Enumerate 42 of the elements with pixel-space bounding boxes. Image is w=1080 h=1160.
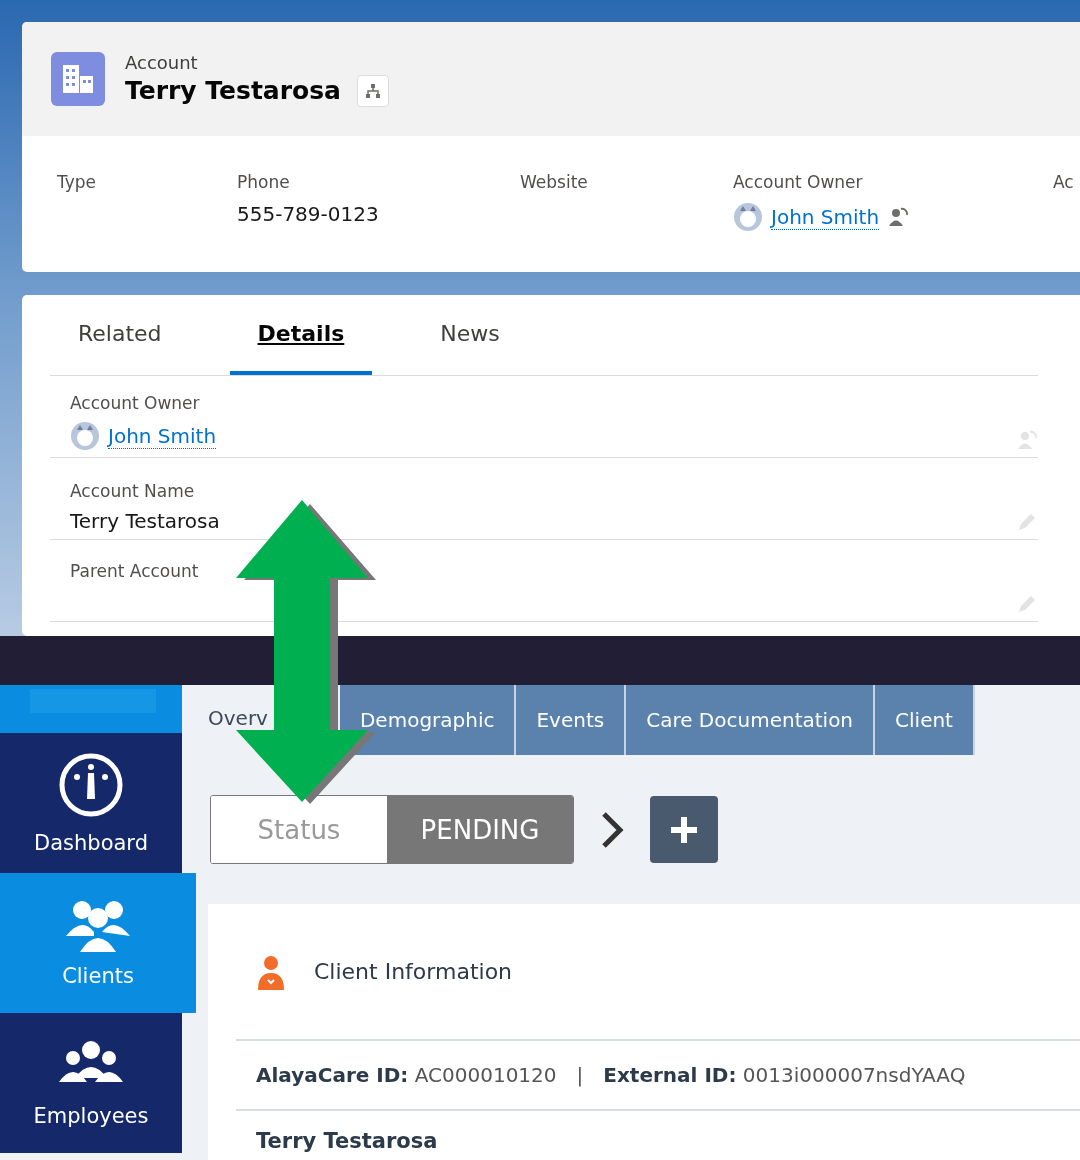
user-avatar-icon: [70, 421, 100, 451]
status-button[interactable]: Status PENDING: [210, 795, 574, 864]
change-owner-icon[interactable]: [887, 206, 910, 228]
client-tab[interactable]: Demographic: [339, 685, 517, 755]
record-tab[interactable]: News: [412, 295, 528, 375]
field-label: Account Owner: [733, 172, 864, 192]
people-icon: [64, 898, 132, 952]
client-tab[interactable]: Care Documentation: [626, 685, 876, 755]
user-avatar-icon: [733, 202, 763, 232]
id-text: External ID: 0013i000007nsdYAAQ: [603, 1063, 966, 1087]
client-tab[interactable]: Client: [875, 685, 975, 755]
hierarchy-icon: [365, 82, 381, 99]
record-tab[interactable]: Related: [50, 295, 190, 375]
hierarchy-button[interactable]: [357, 74, 389, 107]
field-label: Phone: [237, 172, 291, 192]
field-label: Account Owner: [70, 393, 201, 413]
field-value: 555-789-0123: [237, 202, 380, 226]
owner-link[interactable]: John Smith: [108, 423, 217, 449]
id-separator: |: [576, 1063, 584, 1087]
sidebar-item[interactable]: Clients: [0, 873, 196, 1013]
sidebar-item[interactable]: Employees: [0, 1013, 182, 1153]
section-title: Client Information: [314, 959, 513, 984]
object-label: Account: [125, 51, 199, 73]
person-icon: [256, 953, 286, 990]
field-value: Terry Testarosa: [70, 509, 220, 533]
account-icon: [51, 52, 105, 106]
id-text: AlayaCare ID: AC000010120: [256, 1063, 557, 1087]
record-tab[interactable]: Details: [229, 295, 373, 375]
field-label: Parent Account: [70, 561, 199, 581]
record-title: Terry Testarosa: [125, 76, 341, 105]
field-label: Type: [57, 172, 98, 192]
owner-link[interactable]: John Smith: [771, 204, 880, 230]
field-label: Account Name: [70, 481, 196, 501]
client-tab[interactable]: Events: [516, 685, 627, 755]
add-button[interactable]: [650, 796, 718, 863]
gauge-icon: [57, 751, 125, 819]
client-name: Terry Testarosa: [255, 1128, 439, 1153]
field-label: Ac: [1053, 172, 1075, 192]
sidebar-item[interactable]: Dashboard: [0, 733, 182, 873]
plus-icon: [669, 814, 699, 845]
field-label: Website: [520, 172, 589, 192]
chevron-right-icon: [600, 809, 624, 850]
